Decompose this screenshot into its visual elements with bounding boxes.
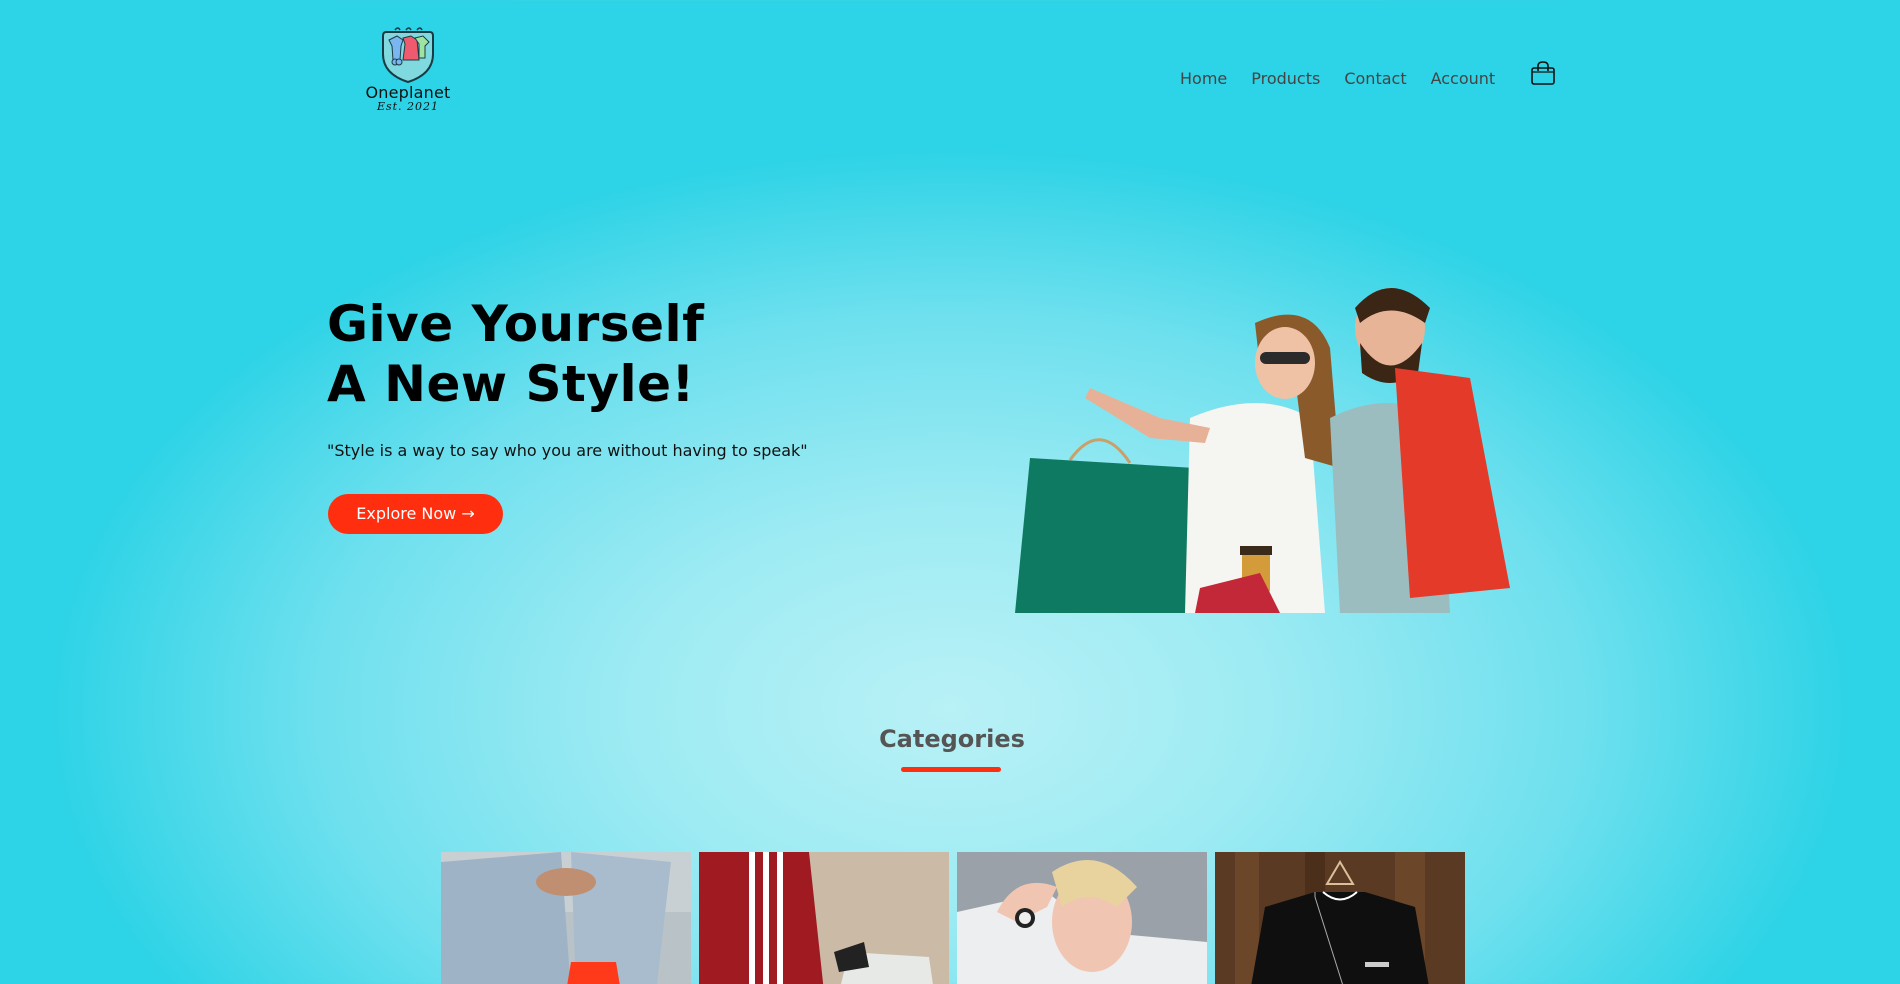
category-card-trackpants[interactable] bbox=[699, 852, 949, 984]
shopping-bag-icon bbox=[1531, 61, 1555, 85]
brand-name: Oneplanet bbox=[365, 83, 451, 102]
brand-logo[interactable]: Oneplanet Est. 2021 bbox=[356, 26, 460, 120]
cart-button[interactable] bbox=[1530, 60, 1556, 86]
nav-products[interactable]: Products bbox=[1251, 69, 1320, 88]
explore-now-button[interactable]: Explore Now → bbox=[328, 494, 503, 534]
hero-quote: "Style is a way to say who you are witho… bbox=[327, 441, 808, 460]
category-card-sweatshirt[interactable] bbox=[1215, 852, 1465, 984]
hero-title-line1: Give Yourself bbox=[327, 295, 705, 353]
clothes-hanger-shield-logo bbox=[382, 27, 434, 84]
main-nav: Home Products Contact Account bbox=[1180, 69, 1519, 88]
hero-title-line2: A New Style! bbox=[327, 355, 695, 413]
hero-title: Give Yourself A New Style! bbox=[327, 294, 704, 414]
hero-image bbox=[1010, 268, 1555, 613]
nav-account[interactable]: Account bbox=[1431, 69, 1496, 88]
categories-grid bbox=[441, 852, 1465, 984]
nav-home[interactable]: Home bbox=[1180, 69, 1227, 88]
categories-title: Categories bbox=[879, 725, 1025, 753]
categories-underline bbox=[901, 767, 1001, 772]
brand-established: Est. 2021 bbox=[376, 100, 440, 113]
category-card-hoodie[interactable] bbox=[957, 852, 1207, 984]
nav-contact[interactable]: Contact bbox=[1344, 69, 1406, 88]
site-header: Oneplanet Est. 2021 Home Products Contac… bbox=[0, 0, 1900, 130]
category-card-jeans[interactable] bbox=[441, 852, 691, 984]
